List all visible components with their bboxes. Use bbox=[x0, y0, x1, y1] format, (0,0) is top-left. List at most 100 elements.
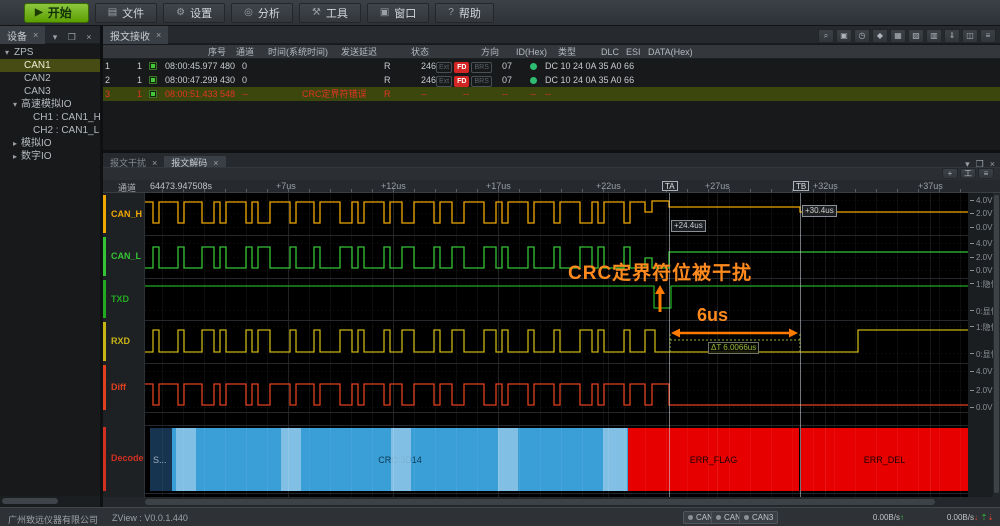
esi-indicator bbox=[530, 63, 537, 70]
table-row[interactable]: 3108:00:51.433 548--CRC定界符错误R---------- bbox=[103, 87, 1000, 101]
menu-icon[interactable]: ≡ bbox=[980, 29, 996, 43]
chevron-down-icon[interactable]: ▾ bbox=[5, 46, 9, 59]
channel-color-bar bbox=[103, 322, 106, 361]
version-label: ZView : V0.0.1.440 bbox=[112, 513, 188, 523]
tree-item-ch2-can1-l[interactable]: CH2 : CAN1_L bbox=[0, 124, 100, 137]
scrollbar-thumb[interactable] bbox=[145, 499, 935, 505]
cell-channel: 1 bbox=[137, 59, 142, 73]
scrollbar-thumb[interactable] bbox=[994, 195, 999, 493]
menu-button-file[interactable]: ▤文件 bbox=[95, 3, 157, 23]
cell-seq: 1 bbox=[105, 59, 110, 73]
channel-name: CAN3 bbox=[752, 513, 773, 522]
tree-item-can2[interactable]: CAN2 bbox=[0, 72, 100, 85]
cell-dlc: -- bbox=[502, 87, 508, 101]
channel-label-txd[interactable]: TXD bbox=[111, 294, 129, 304]
menu-button-analysis[interactable]: ◎分析 bbox=[231, 3, 293, 23]
ruler-label-22us: +22us bbox=[596, 181, 621, 191]
table-row[interactable]: 2108:00:47.299 4300R246ExtFDBRS07DC 10 2… bbox=[103, 73, 1000, 87]
scale-label: 2.0V bbox=[976, 386, 992, 395]
tree-item-zps[interactable]: ▾ ZPS bbox=[0, 46, 100, 59]
menu-button-window[interactable]: ▣窗口 bbox=[367, 3, 429, 23]
cursor-marker-ta[interactable]: TA bbox=[662, 181, 678, 191]
tree-item-label: ZPS bbox=[14, 46, 33, 59]
ruler-tick bbox=[645, 189, 646, 192]
columns-icon[interactable]: ▥ bbox=[926, 29, 942, 43]
table-row[interactable]: 1108:00:45.977 4800R246ExtFDBRS07DC 10 2… bbox=[103, 59, 1000, 73]
channel-label-can_l[interactable]: CAN_L bbox=[111, 251, 141, 261]
ruler-label-32us: +32us bbox=[813, 181, 838, 191]
channel-label-diff[interactable]: Diff bbox=[111, 382, 126, 392]
ruler-tick bbox=[855, 189, 856, 192]
channel-label-decode[interactable]: Decode bbox=[111, 453, 144, 463]
menu-label-analysis: 分析 bbox=[258, 5, 280, 21]
cursor-measure-icon[interactable]: 工 bbox=[960, 168, 976, 179]
channel-label-rxd[interactable]: RXD bbox=[111, 336, 130, 346]
tab-message-receive[interactable]: 报文接收 × bbox=[103, 26, 168, 44]
zoom-add-icon[interactable]: + bbox=[942, 168, 958, 179]
tree-item-ch1-can1-h[interactable]: CH1 : CAN1_H bbox=[0, 111, 100, 124]
export-icon[interactable]: ⇓ bbox=[944, 29, 960, 43]
sidebar-scrollbar[interactable] bbox=[0, 496, 100, 506]
float-window-icon[interactable]: ❒ bbox=[65, 32, 79, 42]
chevron-down-icon[interactable]: ▾ bbox=[50, 32, 61, 42]
wave-horizontal-scrollbar[interactable] bbox=[103, 497, 1000, 507]
close-icon[interactable]: × bbox=[213, 158, 218, 168]
channel-color-bar bbox=[103, 237, 106, 276]
stats-icon[interactable]: ▦ bbox=[890, 29, 906, 43]
cell-esi: -- bbox=[530, 87, 536, 101]
tree-item--io[interactable]: ▸数字IO bbox=[0, 150, 100, 163]
display-icon[interactable]: ▨ bbox=[908, 29, 924, 43]
save-icon[interactable]: ◫ bbox=[962, 29, 978, 43]
message-table-header: 序号通道时间(系统时间)发送延迟状态方向ID(Hex)类型DLCESIDATA(… bbox=[103, 45, 1000, 59]
channel-label-can_h[interactable]: CAN_H bbox=[111, 209, 142, 219]
search-icon[interactable]: ⌕ bbox=[818, 29, 834, 43]
help-icon: ? bbox=[448, 7, 454, 18]
scrollbar-thumb[interactable] bbox=[2, 498, 58, 504]
ruler-tick bbox=[540, 189, 541, 192]
close-icon[interactable]: × bbox=[33, 30, 38, 40]
chevron-down-icon[interactable]: ▾ bbox=[13, 98, 17, 111]
tree-item-can3[interactable]: CAN3 bbox=[0, 85, 100, 98]
status-channel-can3[interactable]: CAN3 bbox=[739, 511, 778, 524]
ruler-tick bbox=[351, 189, 352, 192]
close-icon[interactable]: × bbox=[156, 30, 161, 40]
tree-item--io[interactable]: ▸模拟IO bbox=[0, 137, 100, 150]
chevron-right-icon[interactable]: ▸ bbox=[13, 150, 17, 163]
ruler-tick bbox=[204, 189, 205, 192]
scale-label: 4.0V bbox=[976, 239, 992, 248]
ruler-tick bbox=[246, 189, 247, 192]
arrow-down-icon: ↓ bbox=[974, 513, 978, 522]
wave-toolstrip bbox=[103, 167, 1000, 180]
cursor-marker-tb[interactable]: TB bbox=[793, 181, 809, 191]
cell-seq: 3 bbox=[105, 87, 110, 101]
tree-item--io[interactable]: ▾高速模拟IO bbox=[0, 98, 100, 111]
tree-item-can1[interactable]: CAN1 bbox=[0, 59, 100, 72]
status-bar: 广州致远仪器有限公司 ZView : V0.0.1.440 CAN1CAN2CA… bbox=[0, 507, 1000, 526]
menu-button-settings[interactable]: ⚙设置 bbox=[163, 3, 225, 23]
ruler-tick bbox=[267, 189, 268, 192]
chevron-right-icon[interactable]: ▸ bbox=[13, 137, 17, 150]
led-icon bbox=[688, 515, 693, 520]
scale-tick bbox=[970, 371, 974, 372]
start-button[interactable]: ▶ 开始 bbox=[24, 3, 89, 23]
wave-vertical-scrollbar[interactable] bbox=[993, 193, 1000, 497]
menu-button-tools[interactable]: ⚒工具 bbox=[299, 3, 361, 23]
tab-device-label: 设备 bbox=[7, 28, 27, 43]
close-icon[interactable]: × bbox=[152, 158, 157, 168]
camera-icon[interactable]: ▣ bbox=[836, 29, 852, 43]
channel-color-bar bbox=[103, 280, 106, 318]
menu-button-help[interactable]: ?帮助 bbox=[435, 3, 494, 23]
waveform-canvas[interactable] bbox=[145, 193, 968, 497]
ruler-tick bbox=[519, 189, 520, 192]
clock-icon[interactable]: ◷ bbox=[854, 29, 870, 43]
ruler-tick bbox=[687, 189, 688, 192]
cell-data: DC 10 24 0A 35 A0 66 bbox=[545, 59, 634, 73]
list-icon[interactable]: ≡ bbox=[978, 168, 994, 179]
time-ruler[interactable]: 通道 64473.947508s +7us+12us+17us+22us+27u… bbox=[103, 180, 1000, 193]
close-icon[interactable]: × bbox=[83, 32, 94, 42]
tab-device[interactable]: 设备 × bbox=[0, 26, 45, 44]
tree-item-label: CH2 : CAN1_L bbox=[33, 124, 99, 137]
column-header-: 发送延迟 bbox=[341, 45, 377, 59]
pin-icon[interactable]: ◆ bbox=[872, 29, 888, 43]
cell-id: -- bbox=[421, 87, 427, 101]
